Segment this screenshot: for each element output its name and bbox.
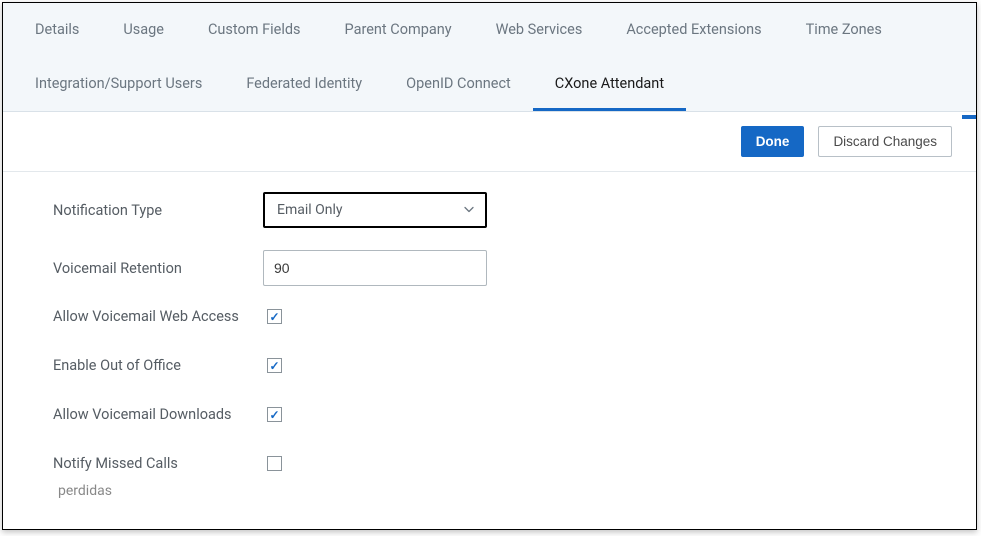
tab-row-1: Details Usage Custom Fields Parent Compa… — [13, 3, 966, 57]
label-notification-type: Notification Type — [53, 202, 263, 219]
row-voicemail-retention: Voicemail Retention — [53, 250, 926, 286]
discard-changes-button[interactable]: Discard Changes — [818, 126, 952, 157]
row-notify-missed: Notify Missed Calls — [53, 455, 926, 472]
tab-usage[interactable]: Usage — [101, 3, 186, 57]
settings-panel: Details Usage Custom Fields Parent Compa… — [2, 2, 977, 530]
tab-row-2: Integration/Support Users Federated Iden… — [13, 57, 966, 111]
label-voicemail-retention: Voicemail Retention — [53, 260, 263, 277]
select-notification-type-wrap: Email Only — [263, 192, 487, 228]
form-area: Notification Type Email Only Voicemail R… — [3, 172, 976, 472]
tab-cxone-attendant[interactable]: CXone Attendant — [533, 57, 686, 111]
tab-details[interactable]: Details — [13, 3, 101, 57]
tab-federated-identity[interactable]: Federated Identity — [224, 57, 384, 111]
tab-custom-fields[interactable]: Custom Fields — [186, 3, 323, 57]
tab-parent-company[interactable]: Parent Company — [323, 3, 474, 57]
row-notification-type: Notification Type Email Only — [53, 192, 926, 228]
tab-time-zones[interactable]: Time Zones — [784, 3, 904, 57]
label-allow-downloads: Allow Voicemail Downloads — [53, 406, 263, 423]
tab-web-services[interactable]: Web Services — [474, 3, 605, 57]
action-bar: Done Discard Changes — [3, 112, 976, 172]
row-allow-web-access: Allow Voicemail Web Access — [53, 308, 926, 325]
accent-stripe — [962, 115, 976, 119]
input-voicemail-retention[interactable] — [263, 250, 487, 286]
label-enable-ooo: Enable Out of Office — [53, 357, 263, 374]
label-allow-web-access: Allow Voicemail Web Access — [53, 308, 263, 325]
label-notify-missed: Notify Missed Calls — [53, 455, 263, 472]
tab-bar: Details Usage Custom Fields Parent Compa… — [3, 3, 976, 112]
select-notification-type[interactable]: Email Only — [263, 192, 487, 228]
checkbox-allow-downloads[interactable] — [267, 407, 282, 422]
checkbox-allow-web-access[interactable] — [267, 309, 282, 324]
row-enable-ooo: Enable Out of Office — [53, 357, 926, 374]
done-button[interactable]: Done — [741, 126, 805, 157]
row-allow-downloads: Allow Voicemail Downloads — [53, 406, 926, 423]
checkbox-enable-ooo[interactable] — [267, 358, 282, 373]
checkbox-notify-missed[interactable] — [267, 456, 282, 471]
truncated-text: perdidas — [58, 483, 112, 499]
tab-accepted-extensions[interactable]: Accepted Extensions — [604, 3, 783, 57]
tab-integration-support-users[interactable]: Integration/Support Users — [13, 57, 224, 111]
tab-openid-connect[interactable]: OpenID Connect — [384, 57, 533, 111]
